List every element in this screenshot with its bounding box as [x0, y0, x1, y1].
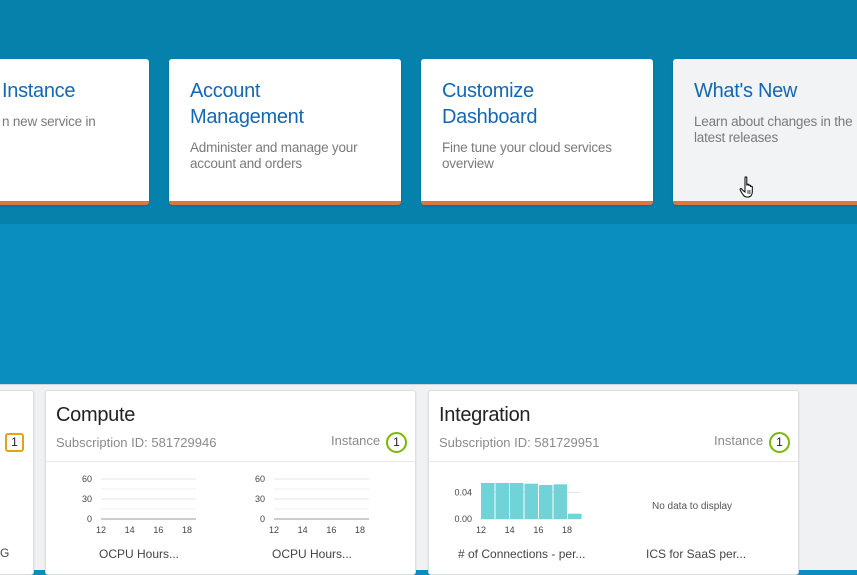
- x-tick-label: 18: [355, 525, 365, 535]
- tile-desc: n new service in: [2, 114, 96, 129]
- chart-caption: # of Connections - per...: [458, 547, 586, 561]
- instance-count-badge: 1: [5, 433, 24, 452]
- service-card-integration[interactable]: Integration Subscription ID: 581729951 I…: [428, 390, 799, 575]
- x-tick-label: 18: [182, 525, 192, 535]
- x-tick-label: 14: [125, 525, 135, 535]
- card-divider: [429, 461, 798, 462]
- x-tick-label: 16: [153, 525, 163, 535]
- x-tick-label: 14: [505, 525, 515, 535]
- banner-lower: [0, 224, 857, 384]
- x-tick-label: 12: [269, 525, 279, 535]
- service-card-partial[interactable]: 1 G: [0, 390, 34, 575]
- subscription-id: Subscription ID: 581729951: [439, 435, 600, 450]
- y-tick-label: 30: [255, 494, 265, 504]
- x-tick-label: 12: [96, 525, 106, 535]
- bar: [568, 513, 582, 519]
- card-title: Compute: [56, 404, 136, 426]
- tile-create-instance[interactable]: Instance n new service in: [0, 59, 149, 205]
- tile-desc: Fine tune your cloud services overview: [442, 140, 612, 171]
- tile-account-management[interactable]: Account Management Administer and manage…: [169, 59, 401, 205]
- tile-title: Instance: [2, 80, 76, 102]
- y-tick-label: 0: [87, 514, 92, 524]
- subscription-id: Subscription ID: 581729946: [56, 435, 217, 450]
- card-divider: [46, 461, 415, 462]
- connections-chart[interactable]: 0.04 0.00 12 14 16 18: [444, 471, 584, 541]
- tile-desc: Administer and manage your account and o…: [190, 140, 358, 171]
- y-tick-label: 0: [260, 514, 265, 524]
- bar: [524, 483, 538, 519]
- bar: [481, 483, 495, 519]
- ocpu-chart-1[interactable]: 60 30 0 12 14 16 18: [66, 471, 206, 541]
- x-tick-label: 16: [533, 525, 543, 535]
- bar: [539, 485, 553, 519]
- chart-caption: OCPU Hours...: [99, 547, 180, 561]
- x-tick-label: 12: [476, 525, 486, 535]
- tile-whats-new[interactable]: What's New Learn about changes in the la…: [673, 59, 857, 205]
- no-data-message: No data to display: [652, 501, 733, 512]
- chart-caption: G: [0, 546, 10, 560]
- instance-label: Instance: [331, 433, 381, 448]
- instance-label: Instance: [714, 433, 764, 448]
- card-title: Integration: [439, 404, 531, 426]
- service-card-compute[interactable]: Compute Subscription ID: 581729946 Insta…: [45, 390, 416, 575]
- tile-title: What's New: [694, 80, 798, 102]
- bar: [495, 483, 509, 519]
- tile-customize-dashboard[interactable]: Customize Dashboard Fine tune your cloud…: [421, 59, 653, 205]
- bar: [553, 484, 567, 519]
- y-tick-label: 60: [82, 474, 92, 484]
- x-tick-label: 16: [326, 525, 336, 535]
- y-tick-label: 60: [255, 474, 265, 484]
- y-tick-label: 30: [82, 494, 92, 504]
- bar: [510, 483, 524, 519]
- instance-count-badge[interactable]: 1: [769, 432, 790, 453]
- chart-caption: ICS for SaaS per...: [646, 547, 747, 561]
- x-tick-label: 14: [298, 525, 308, 535]
- instance-count-badge[interactable]: 1: [386, 432, 407, 453]
- tile-desc: Learn about changes in the latest releas…: [694, 114, 853, 145]
- ocpu-chart-2[interactable]: 60 30 0 12 14 16 18: [239, 471, 379, 541]
- x-tick-label: 18: [562, 525, 572, 535]
- y-tick-label: 0.04: [454, 487, 472, 497]
- y-tick-label: 0.00: [454, 514, 472, 524]
- chart-caption: OCPU Hours...: [272, 547, 353, 561]
- hand-pointer-icon: [739, 176, 753, 198]
- tile-title: Customize Dashboard: [442, 80, 538, 128]
- tile-title: Account Management: [190, 80, 304, 128]
